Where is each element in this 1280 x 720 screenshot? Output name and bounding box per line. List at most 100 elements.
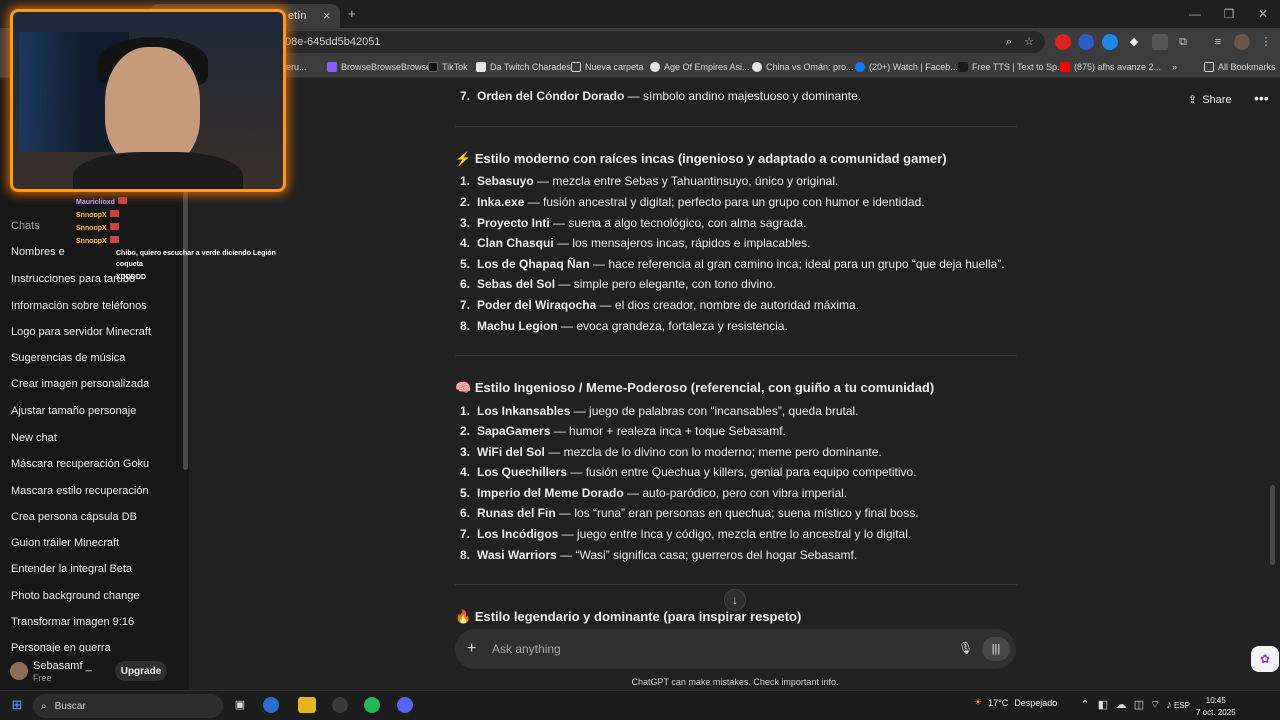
address-text: 08e-645dd5b42051 xyxy=(285,36,381,48)
bookmark-folder[interactable]: Nueva carpeta xyxy=(571,59,644,75)
task-view-icon[interactable]: ▣ xyxy=(231,697,249,713)
sidebar-chat-item[interactable]: Información sobre teléfonos xyxy=(11,300,147,312)
stream-chat-message: SnnoopX xyxy=(76,236,119,245)
sidebar-chat-item[interactable]: Ajustar tamaño personaje xyxy=(11,405,136,417)
taskbar-search[interactable]: ⌕ Buscar xyxy=(33,694,223,718)
new-tab-button[interactable]: + xyxy=(348,6,356,21)
sidebar-chat-item[interactable]: Nombres e xyxy=(11,246,65,258)
discord-icon[interactable] xyxy=(397,697,413,713)
tab-close-icon[interactable]: × xyxy=(323,8,331,23)
sidebar-chat-item[interactable]: Guion tráiler Minecraft xyxy=(11,537,119,549)
section-divider xyxy=(455,584,1017,585)
bookmark-item[interactable]: TikTok xyxy=(428,59,468,75)
minimize-icon[interactable]: — xyxy=(1178,7,1212,21)
list-item: 6. Runas del Fin — los “runa” eran person… xyxy=(460,506,919,520)
sidebar-chat-item[interactable]: Máscara recuperación Goku xyxy=(11,458,149,470)
obs-icon[interactable] xyxy=(332,697,348,713)
plus-icon[interactable]: + xyxy=(467,640,476,658)
language-indicator[interactable]: ESP xyxy=(1174,701,1190,710)
extension-blue-icon[interactable] xyxy=(1078,34,1094,50)
extensions-puzzle-icon[interactable]: ⧉ xyxy=(1175,34,1191,50)
bookmark-favicon-icon xyxy=(476,62,486,72)
weather-icon: ☀ xyxy=(974,697,983,707)
sidebar-chat-item[interactable]: Crear imagen personalizada xyxy=(11,378,149,390)
bookmark-favicon-icon xyxy=(958,62,968,72)
list-item: 8. Wasi Warriors — “Wasi” significa casa;… xyxy=(460,548,858,562)
extension-off-icon[interactable] xyxy=(1152,34,1168,50)
bookmark-item[interactable]: Da Twitch Charades xyxy=(476,59,571,75)
profile-name: Sebasamf _ xyxy=(33,660,92,672)
browser-menu-icon[interactable]: ⋮ xyxy=(1258,34,1274,50)
extension-red-icon[interactable] xyxy=(1055,34,1071,50)
lightning-icon: ⚡ xyxy=(455,151,472,166)
page-scrollbar[interactable] xyxy=(1270,485,1275,565)
close-window-icon[interactable]: ✕ xyxy=(1246,7,1280,21)
brain-icon: 🧠 xyxy=(455,380,472,395)
list-item: 1. Los Inkansables — juego de palabras co… xyxy=(460,404,859,418)
extension-diamond-icon[interactable]: ◆ xyxy=(1126,34,1142,50)
taskbar-clock[interactable]: 10:45 7 oct. 2025 xyxy=(1196,695,1236,719)
profile-avatar-icon[interactable] xyxy=(1234,34,1250,50)
tab-title: etín xyxy=(288,10,307,22)
sidebar-scrollbar[interactable] xyxy=(183,190,188,470)
chrome-icon[interactable] xyxy=(263,697,279,713)
file-explorer-icon[interactable] xyxy=(298,697,316,713)
spotify-icon[interactable] xyxy=(364,697,380,713)
bookmark-item[interactable]: (875) afhs avanze 2... xyxy=(1060,59,1161,75)
more-options-icon[interactable]: ••• xyxy=(1254,90,1269,106)
bookmarks-overflow-icon[interactable]: » xyxy=(1172,59,1177,75)
sidebar-chat-item[interactable]: New chat xyxy=(11,432,57,444)
address-bar[interactable]: 08e-645dd5b42051 xyxy=(210,31,1045,53)
share-icon: ⇪ xyxy=(1188,94,1198,106)
section-divider xyxy=(455,355,1017,356)
sidebar-chat-item[interactable]: Logo para servidor Minecraft xyxy=(11,326,151,338)
list-item: 4. Los Quechillers — fusión entre Quechua… xyxy=(460,465,917,479)
extension-circle-icon[interactable] xyxy=(1102,34,1118,50)
zoom-icon[interactable]: ⌕ xyxy=(1001,34,1017,50)
bookmark-item[interactable]: Free TTS | Text to Sp... xyxy=(958,59,1065,75)
weather-widget[interactable]: ☀ 17°C Despejado xyxy=(974,697,1057,708)
disclaimer: ChatGPT can make mistakes. Check importa… xyxy=(631,677,839,687)
list-item: 1. Sebasuyo — mezcla entre Sebas y Tahuan… xyxy=(460,174,839,188)
list-item: 2. SapaGamers — humor + realeza inca + to… xyxy=(460,424,786,438)
tray-app-icon[interactable]: ◧ xyxy=(1094,697,1112,713)
sidebar-chat-item[interactable]: Entender la integral Beta xyxy=(11,563,132,575)
bookmark-item[interactable]: (20+) Watch | Faceb... xyxy=(855,59,958,75)
sidebar-chat-item[interactable]: Transformar imagen 9:16 xyxy=(11,616,134,628)
stream-chat-text: Chibo, quiero escuchar a verde diciendo … xyxy=(116,250,276,257)
bookmark-favicon-icon xyxy=(650,62,660,72)
sidebar-chat-item[interactable]: Personaje en guerra xyxy=(11,642,111,652)
list-item: 3. WiFi del Sol — mezcla de lo divino con… xyxy=(460,445,882,459)
tray-cloud-icon[interactable]: ☁ xyxy=(1112,697,1130,713)
sidebar-chat-item[interactable]: Crea persona cápsula DB xyxy=(11,511,137,523)
bookmark-item[interactable]: Age Of Empires Asi... xyxy=(650,59,750,75)
reading-list-icon[interactable]: ≡ xyxy=(1210,34,1226,50)
restore-icon[interactable]: ❐ xyxy=(1212,7,1246,21)
prompt-input[interactable]: Ask anything xyxy=(492,642,561,656)
search-icon: ⌕ xyxy=(41,700,47,712)
all-bookmarks[interactable]: All Bookmarks xyxy=(1204,59,1276,75)
tray-chevron-icon[interactable]: ⌃ xyxy=(1076,697,1094,713)
bookmark-item[interactable]: China vs Omán: pro... xyxy=(752,59,854,75)
bookmark-item[interactable]: BrowseBrowseBrowse xyxy=(327,59,431,75)
voice-mode-button[interactable]: ||| xyxy=(982,637,1010,661)
chat-badge-icon xyxy=(109,210,119,217)
webcam-overlay xyxy=(10,9,286,192)
windows-start-icon[interactable]: ⊞ xyxy=(8,697,26,713)
scroll-down-button[interactable]: ↓ xyxy=(724,589,746,611)
webcam-streamer-body xyxy=(73,152,243,189)
list-item: 5. Imperio del Meme Dorado — auto-paródic… xyxy=(460,486,848,500)
stream-chat-message: SnnoopX xyxy=(76,223,119,232)
folder-icon xyxy=(571,62,581,72)
assistant-extension-icon[interactable]: ✿ xyxy=(1251,646,1279,672)
bookmark-star-icon[interactable]: ☆ xyxy=(1021,34,1037,50)
sidebar-chat-item[interactable]: Photo background change xyxy=(11,590,139,602)
list-item: 6. Sebas del Sol — simple pero elegante, … xyxy=(460,277,776,291)
sidebar-chat-item[interactable]: Sugerencias de música xyxy=(11,352,125,364)
sidebar-chat-item[interactable]: Mascara estilo recuperación xyxy=(11,485,149,497)
microphone-icon[interactable]: 🎙 xyxy=(958,641,973,655)
list-item: 7. Poder del Wiraqocha — el dios creador,… xyxy=(460,298,860,312)
list-item: 7. Los Incódigos — juego entre Inca y cód… xyxy=(460,527,912,541)
list-item: 3. Proyecto Inti — suena a algo tecnológi… xyxy=(460,216,807,230)
share-button[interactable]: ⇪ Share xyxy=(1188,93,1232,107)
